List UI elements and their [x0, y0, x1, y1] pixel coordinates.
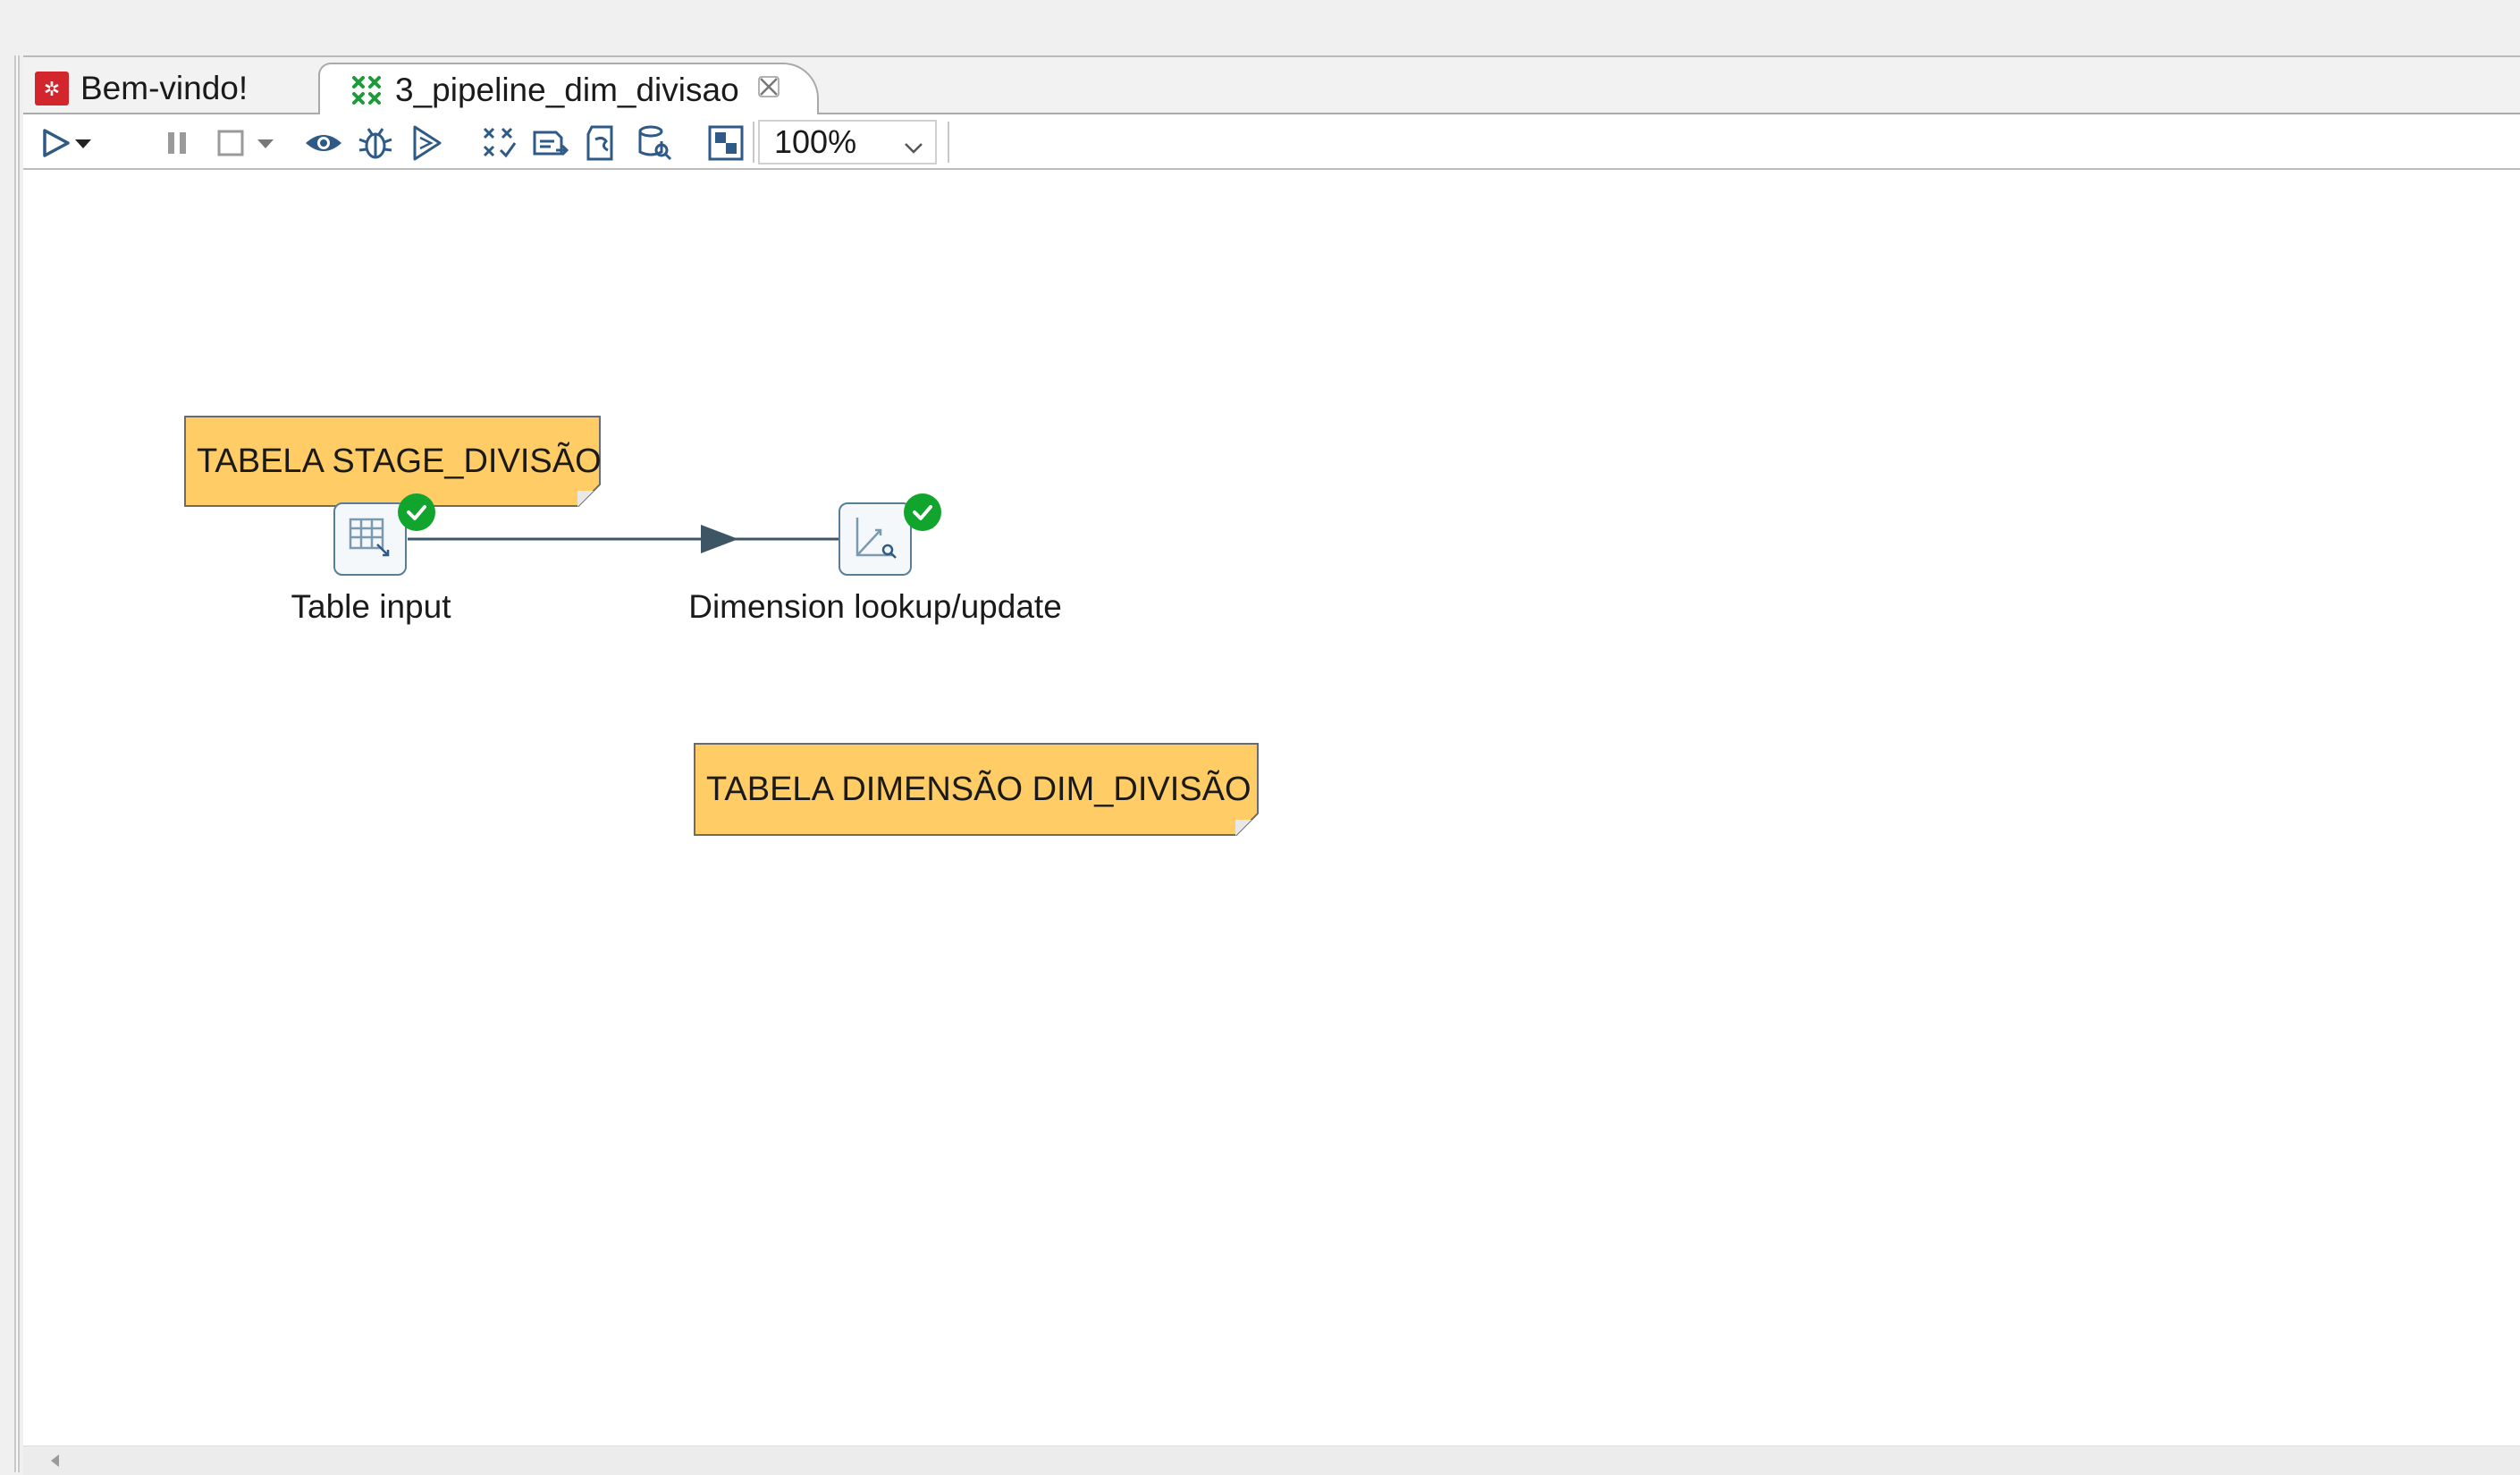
transformation-canvas[interactable]: TABELA STAGE_DIVISÃO Table input Dimensi…	[23, 170, 2520, 1446]
tab-label: 3_pipeline_dim_divisao	[395, 72, 739, 108]
tab-bem-vindo[interactable]: ✲ Bem-vindo!	[30, 63, 248, 114]
run-dropdown-icon[interactable]	[70, 123, 97, 163]
toolbar-separator	[753, 122, 754, 163]
stop-icon[interactable]	[211, 123, 250, 163]
toolbar: 100%	[23, 114, 2520, 170]
step-dimension-lookup-update[interactable]	[839, 502, 912, 576]
impact-icon[interactable]	[531, 123, 570, 163]
note-fold-corner	[577, 484, 601, 507]
step-label: Table input	[291, 588, 451, 625]
transformation-icon	[349, 72, 384, 108]
note-dimensao-dim-divisao[interactable]: TABELA DIMENSÃO DIM_DIVISÃO	[694, 743, 1259, 836]
status-ok-icon	[904, 493, 941, 531]
grid-toggle-icon[interactable]	[706, 123, 746, 163]
dimension-lookup-icon	[848, 510, 902, 569]
scroll-left-icon[interactable]	[46, 1452, 64, 1474]
note-text: TABELA DIMENSÃO DIM_DIVISÃO	[706, 770, 1252, 808]
tab-bar: ✲ Bem-vindo! 3_pipeline_dim_divisao	[23, 57, 2520, 116]
zoom-value: 100%	[774, 123, 857, 160]
debug-icon[interactable]	[356, 123, 395, 163]
stop-dropdown-icon[interactable]	[252, 123, 279, 163]
horizontal-scrollbar[interactable]	[23, 1446, 2520, 1475]
window-top-area	[0, 0, 2520, 55]
verify-icon[interactable]	[479, 123, 518, 163]
transformation-editor: ✲ Bem-vindo! 3_pipeline_dim_divisao 100%…	[23, 55, 2520, 1475]
close-icon[interactable]	[757, 75, 780, 105]
replay-icon[interactable]	[408, 123, 447, 163]
left-pane-border	[14, 55, 20, 1472]
step-label: Dimension lookup/update	[688, 588, 1062, 625]
tab-label: Bem-vindo!	[80, 70, 249, 106]
preview-icon[interactable]	[304, 123, 343, 163]
pause-icon[interactable]	[157, 123, 197, 163]
sql-icon[interactable]	[583, 123, 622, 163]
zoom-select[interactable]: 100%	[758, 120, 937, 164]
chevron-down-icon	[901, 131, 926, 168]
table-input-icon	[343, 510, 397, 569]
note-text: TABELA STAGE_DIVISÃO	[197, 442, 602, 480]
status-ok-icon	[398, 493, 435, 531]
note-stage-divisao[interactable]: TABELA STAGE_DIVISÃO	[184, 416, 602, 507]
note-fold-corner	[1235, 813, 1259, 836]
step-table-input[interactable]	[333, 502, 407, 576]
tab-3-pipeline-dim-divisao[interactable]: 3_pipeline_dim_divisao	[318, 63, 819, 116]
explore-db-icon[interactable]	[635, 123, 674, 163]
hop-arrowhead	[701, 525, 738, 553]
pentaho-welcome-icon: ✲	[34, 71, 70, 106]
svg-text:✲: ✲	[44, 79, 60, 101]
toolbar-separator	[948, 122, 949, 163]
